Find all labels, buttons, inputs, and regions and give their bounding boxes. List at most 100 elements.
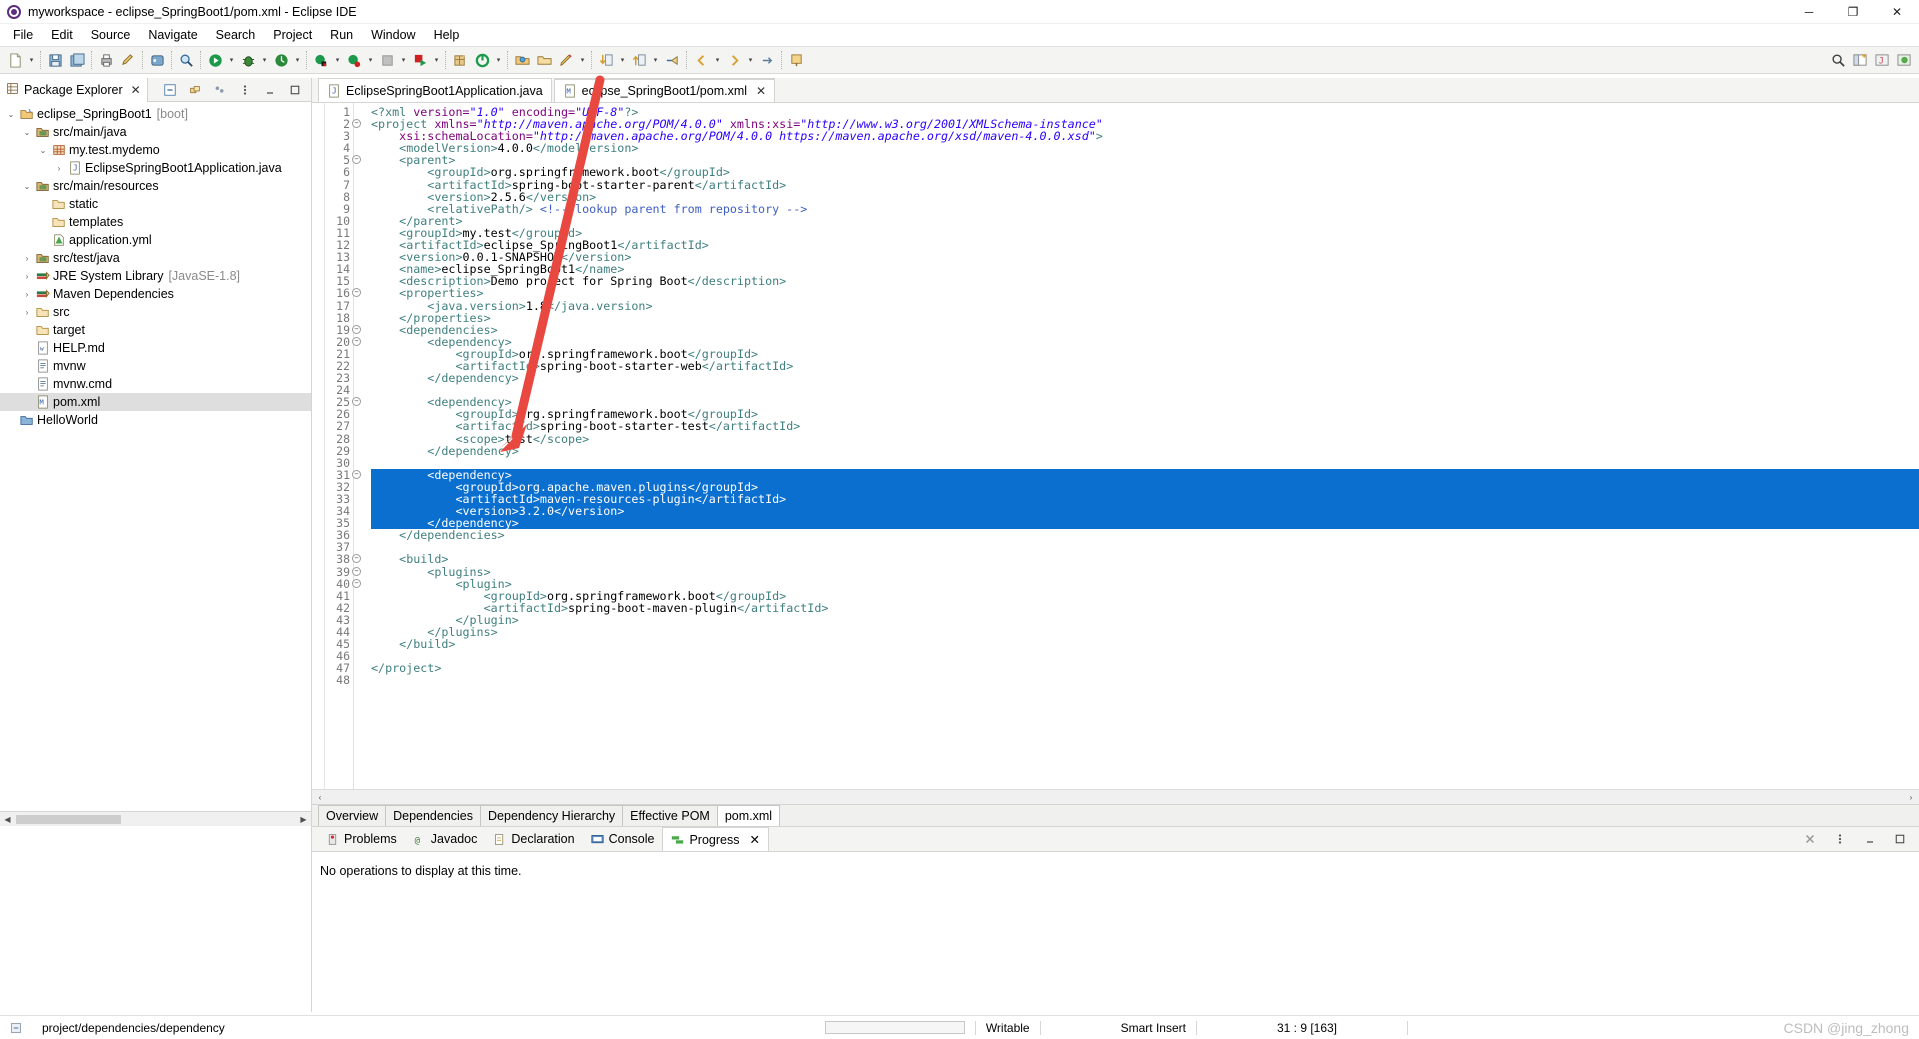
debug-dropdown-icon[interactable]: ▾ [259, 49, 270, 71]
minimize-view-icon[interactable] [259, 79, 281, 101]
save-icon[interactable] [44, 49, 66, 71]
view-menu-icon[interactable] [1829, 828, 1851, 850]
code-line[interactable]: <description>Demo project for Spring Boo… [371, 275, 1919, 287]
code-line[interactable]: <modelVersion>4.0.0</modelVersion> [371, 142, 1919, 154]
tree-item-mvnw[interactable]: mvnw [0, 357, 311, 375]
save-all-icon[interactable] [66, 49, 88, 71]
code-content[interactable]: <?xml version="1.0" encoding="UTF-8"?> <p… [366, 103, 1919, 789]
refresh-icon[interactable] [471, 49, 493, 71]
tree-expander-icon[interactable]: › [20, 290, 34, 299]
run-icon[interactable] [204, 49, 226, 71]
form-tab-dependency-hierarchy[interactable]: Dependency Hierarchy [480, 805, 624, 826]
menu-item-source[interactable]: Source [82, 26, 140, 44]
code-line[interactable] [371, 674, 1919, 686]
code-line[interactable]: </plugin> [371, 614, 1919, 626]
refresh-dropdown-icon[interactable]: ▾ [493, 49, 504, 71]
stop-dropdown-icon[interactable]: ▾ [398, 49, 409, 71]
code-line[interactable] [371, 650, 1919, 662]
code-line[interactable] [371, 384, 1919, 396]
fold-toggle-icon[interactable]: − [352, 578, 361, 588]
tab-package-explorer[interactable]: Package Explorer ✕ [0, 77, 148, 102]
next-annotation-icon[interactable] [595, 49, 617, 71]
form-tab-dependencies[interactable]: Dependencies [385, 805, 482, 826]
print-icon[interactable] [95, 49, 117, 71]
edit-icon[interactable] [117, 49, 139, 71]
run-last-icon[interactable] [409, 49, 431, 71]
scroll-thumb[interactable] [16, 815, 121, 824]
code-line[interactable]: <artifactId>spring-boot-starter-parent</… [371, 179, 1919, 191]
debug-icon[interactable] [237, 49, 259, 71]
code-line[interactable]: <scope>test</scope> [371, 432, 1919, 445]
scroll-right-icon[interactable]: › [1903, 793, 1919, 802]
menu-item-edit[interactable]: Edit [42, 26, 82, 44]
close-icon[interactable]: ✕ [750, 832, 760, 847]
forward-nav-dropdown-icon[interactable]: ▾ [745, 49, 756, 71]
tree-item-pom-xml[interactable]: Mpom.xml [0, 393, 311, 411]
close-icon[interactable]: ✕ [756, 84, 766, 98]
search-magnifier-icon[interactable] [175, 49, 197, 71]
back-nav-dropdown-icon[interactable]: ▾ [712, 49, 723, 71]
bottom-tab-javadoc[interactable]: @ Javadoc [405, 827, 486, 851]
tree-expander-icon[interactable]: ⌄ [4, 110, 18, 119]
prev-annotation-dropdown-icon[interactable]: ▾ [650, 49, 661, 71]
run-server-icon[interactable] [146, 49, 168, 71]
scroll-right-icon[interactable]: ▶ [296, 815, 311, 824]
menu-item-navigate[interactable]: Navigate [139, 26, 206, 44]
tree-expander-icon[interactable]: › [20, 272, 34, 281]
back-nav-icon[interactable] [690, 49, 712, 71]
close-icon[interactable]: ✕ [131, 83, 141, 97]
back-icon[interactable] [661, 49, 683, 71]
tree-item-eclipse-springboot1[interactable]: ⌄ eclipse_SpringBoot1 [boot] [0, 105, 311, 123]
tree-item-eclipsespringboot1application-java[interactable]: › J EclipseSpringBoot1Application.java [0, 159, 311, 177]
minimize-view-icon[interactable] [1859, 828, 1881, 850]
code-line[interactable]: <java.version>1.8</java.version> [371, 299, 1919, 312]
code-line[interactable]: <build> [371, 553, 1919, 565]
code-line[interactable]: <artifactId>spring-boot-starter-test</ar… [371, 420, 1919, 432]
tree-item-static[interactable]: static [0, 195, 311, 213]
open-perspective-icon[interactable] [1849, 49, 1871, 71]
next-annotation-dropdown-icon[interactable]: ▾ [617, 49, 628, 71]
menu-item-file[interactable]: File [4, 26, 42, 44]
quick-access-search-icon[interactable] [1827, 49, 1849, 71]
code-line[interactable]: <relativePath/> <!-- lookup parent from … [371, 203, 1919, 215]
view-menu-icon[interactable] [209, 79, 231, 101]
tree-item-jre-system-library[interactable]: › JRE System Library [JavaSE-1.8] [0, 267, 311, 285]
code-line[interactable]: <plugins> [371, 566, 1919, 578]
tree-expander-icon[interactable]: ⌄ [20, 182, 34, 191]
tree-expander-icon[interactable]: › [52, 164, 66, 173]
stop-icon[interactable] [376, 49, 398, 71]
spring-perspective-icon[interactable] [1893, 49, 1915, 71]
fold-toggle-icon[interactable]: − [352, 336, 361, 346]
tree-expander-icon[interactable]: ⌄ [36, 146, 50, 155]
code-line[interactable]: </dependency> [371, 517, 1919, 530]
tree-expander-icon[interactable]: › [20, 254, 34, 263]
view-overflow-icon[interactable] [234, 79, 256, 101]
cancel-operation-icon[interactable] [1799, 828, 1821, 850]
bottom-tab-console[interactable]: Console [583, 827, 663, 851]
run-dropdown-icon[interactable]: ▾ [226, 49, 237, 71]
source-editor[interactable]: 1 2−3 4 5−6 7 8 9 10 11 12 13 14 15 16−17 18 19−20−21 22… [312, 103, 1919, 789]
marker-bar[interactable] [312, 103, 325, 789]
bottom-tab-declaration[interactable]: Declaration [485, 827, 582, 851]
link-with-editor-icon[interactable] [184, 79, 206, 101]
maximize-view-icon[interactable] [1889, 828, 1911, 850]
tree-item-src-main-java[interactable]: ⌄ src/main/java [0, 123, 311, 141]
menu-item-project[interactable]: Project [264, 26, 321, 44]
new-package-icon[interactable] [449, 49, 471, 71]
spring-debug-dropdown-icon[interactable]: ▾ [365, 49, 376, 71]
tree-item-maven-dependencies[interactable]: › Maven Dependencies [0, 285, 311, 303]
scroll-left-icon[interactable]: ‹ [312, 793, 328, 802]
code-line[interactable]: <artifactId>spring-boot-maven-plugin</ar… [371, 602, 1919, 614]
profile-dropdown-icon[interactable]: ▾ [292, 49, 303, 71]
tree-expander-icon[interactable]: › [20, 308, 34, 317]
open-type-icon[interactable] [511, 49, 533, 71]
tree-item-my-test-mydemo[interactable]: ⌄ my.test.mydemo [0, 141, 311, 159]
code-line[interactable] [371, 541, 1919, 553]
tree-item-mvnw-cmd[interactable]: mvnw.cmd [0, 375, 311, 393]
code-line[interactable]: <artifactId>spring-boot-starter-web</art… [371, 360, 1919, 372]
new-dropdown-icon[interactable]: ▾ [26, 49, 37, 71]
scroll-left-icon[interactable]: ◀ [0, 815, 15, 824]
form-tab-overview[interactable]: Overview [318, 805, 387, 826]
tree-expander-icon[interactable]: ⌄ [20, 128, 34, 137]
code-line[interactable]: </dependency> [371, 445, 1919, 457]
